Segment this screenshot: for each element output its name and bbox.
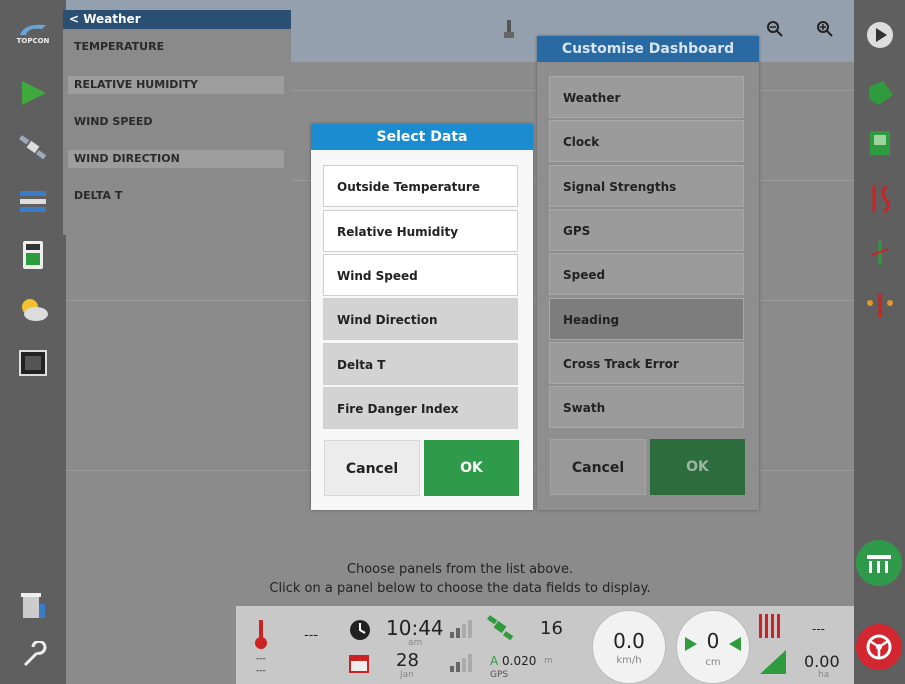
console-icon[interactable] bbox=[14, 238, 52, 272]
dash-area-value: 0.00 bbox=[804, 652, 840, 671]
weather-icon[interactable] bbox=[14, 292, 52, 326]
dashboard-xte-gauge[interactable]: 0 cm bbox=[676, 610, 750, 684]
layers-icon[interactable] bbox=[14, 184, 52, 218]
customise-item-weather[interactable]: Weather bbox=[549, 76, 744, 118]
customise-item-clock[interactable]: Clock bbox=[549, 120, 744, 162]
select-item-relative-humidity[interactable]: Relative Humidity bbox=[323, 210, 518, 252]
dash-area-top: --- bbox=[812, 622, 825, 636]
gps-satellite-icon bbox=[487, 615, 514, 641]
select-item-outside-temperature[interactable]: Outside Temperature bbox=[323, 165, 518, 207]
guidance-arrow-icon[interactable] bbox=[14, 76, 52, 110]
customise-item-speed[interactable]: Speed bbox=[549, 253, 744, 295]
weather-row-temperature[interactable]: TEMPERATURE bbox=[68, 38, 284, 56]
customise-item-cross-track-error[interactable]: Cross Track Error bbox=[549, 342, 744, 384]
dash-humidity-value: --- bbox=[256, 654, 266, 664]
customise-item-signal-strengths[interactable]: Signal Strengths bbox=[549, 165, 744, 207]
weather-row-wind-direction[interactable]: WIND DIRECTION bbox=[68, 150, 284, 168]
customise-cancel-button[interactable]: Cancel bbox=[550, 439, 646, 495]
screen-icon[interactable] bbox=[14, 346, 52, 380]
dash-clock-ampm: am bbox=[408, 638, 423, 648]
dash-date-day: 28 bbox=[396, 650, 419, 671]
select-item-delta-t[interactable]: Delta T bbox=[323, 343, 518, 385]
dash-gps-unit: m bbox=[544, 656, 553, 666]
dashboard-weather-panel[interactable]: --- --- --- bbox=[244, 610, 340, 680]
weather-back-button[interactable]: < Weather bbox=[63, 10, 291, 29]
dash-area-unit: ha bbox=[818, 670, 830, 680]
satellite-icon[interactable] bbox=[14, 130, 52, 164]
zoom-in-icon[interactable] bbox=[812, 16, 838, 42]
select-data-title: Select Data bbox=[311, 124, 533, 150]
dash-speed-value: 0.0 bbox=[613, 629, 645, 653]
thermometer-icon bbox=[255, 620, 267, 649]
dashboard-clock-panel[interactable]: 10:44 am 28 Jan bbox=[344, 610, 444, 680]
steering-icon[interactable] bbox=[856, 624, 902, 670]
weather-row-humidity[interactable]: RELATIVE HUMIDITY bbox=[68, 76, 284, 94]
sections-auto-icon[interactable] bbox=[856, 540, 902, 586]
dashboard-speed-gauge[interactable]: 0.0 km/h bbox=[592, 610, 666, 684]
area-icon bbox=[760, 650, 786, 674]
hint-line-1: Choose panels from the list above. bbox=[346, 562, 574, 577]
radio-signal-icon bbox=[450, 654, 472, 672]
dash-satellite-count: 16 bbox=[540, 618, 563, 639]
dashboard-area-panel[interactable]: --- 0.00 ha bbox=[752, 610, 848, 680]
dash-date-month: Jan bbox=[400, 670, 414, 680]
topcon-logo-icon[interactable]: TOPCON bbox=[14, 16, 52, 50]
signal-strength-icon bbox=[450, 620, 472, 638]
dash-xte-unit: cm bbox=[705, 657, 721, 668]
select-data-dialog: Select Data Outside Temperature Relative… bbox=[311, 124, 533, 510]
dash-xte-value: 0 bbox=[706, 629, 720, 653]
dash-gps-accuracy-prefix: A bbox=[490, 654, 499, 668]
wrench-icon[interactable] bbox=[14, 638, 52, 672]
tracks-icon[interactable] bbox=[862, 182, 898, 216]
customise-dashboard-title: Customise Dashboard bbox=[537, 36, 759, 62]
play-icon[interactable] bbox=[862, 18, 898, 52]
select-data-cancel-button[interactable]: Cancel bbox=[324, 440, 420, 496]
customise-item-heading[interactable]: Heading bbox=[549, 298, 744, 340]
trash-bin-icon[interactable] bbox=[14, 588, 52, 622]
zoom-out-icon[interactable] bbox=[762, 16, 788, 42]
hand-icon[interactable] bbox=[496, 16, 522, 42]
clock-icon bbox=[350, 620, 370, 640]
dash-gps-accuracy: 0.020 bbox=[502, 654, 537, 668]
sections-icon bbox=[759, 614, 780, 638]
calendar-icon bbox=[349, 655, 369, 673]
customise-dashboard-dialog: Customise Dashboard Weather Clock Signal… bbox=[537, 36, 759, 510]
implement-icon[interactable] bbox=[862, 288, 898, 322]
dash-clock-time: 10:44 bbox=[386, 616, 444, 640]
hint-line-2: Click on a panel below to choose the dat… bbox=[269, 581, 651, 596]
select-item-fire-danger-index[interactable]: Fire Danger Index bbox=[323, 387, 518, 429]
tractor-icon[interactable] bbox=[862, 236, 898, 270]
select-data-ok-button[interactable]: OK bbox=[424, 440, 519, 496]
right-sidebar bbox=[854, 0, 905, 684]
customise-ok-button[interactable]: OK bbox=[650, 439, 745, 495]
customise-item-gps[interactable]: GPS bbox=[549, 209, 744, 251]
dash-temperature-value: --- bbox=[304, 628, 319, 643]
dashboard-bar: --- --- --- 10:44 am 28 Jan 16 A 0.020 m… bbox=[236, 606, 854, 684]
select-item-wind-speed[interactable]: Wind Speed bbox=[323, 254, 518, 296]
weather-row-delta-t[interactable]: DELTA T bbox=[68, 187, 284, 205]
dash-speed-unit: km/h bbox=[616, 655, 642, 666]
dash-wind-value: --- bbox=[256, 666, 266, 676]
weather-row-wind-speed[interactable]: WIND SPEED bbox=[68, 113, 284, 131]
field-icon[interactable] bbox=[862, 76, 898, 110]
left-sidebar: TOPCON bbox=[0, 0, 66, 684]
dash-gps-label: GPS bbox=[490, 670, 509, 680]
customise-item-swath[interactable]: Swath bbox=[549, 386, 744, 428]
select-item-wind-direction[interactable]: Wind Direction bbox=[323, 298, 518, 340]
dashboard-hint: Choose panels from the list above. Click… bbox=[240, 560, 680, 598]
map-document-icon[interactable] bbox=[862, 126, 898, 160]
dashboard-gps-panel[interactable]: 16 A 0.020 m GPS bbox=[444, 610, 574, 680]
